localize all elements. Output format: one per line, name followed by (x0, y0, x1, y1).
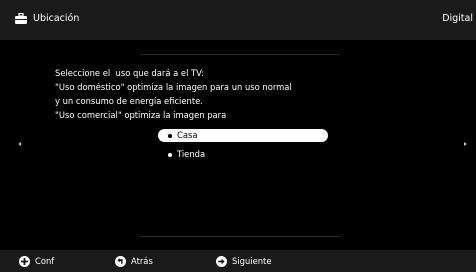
description: Seleccione el uso que dará a el TV: "Uso … (55, 66, 292, 122)
option-casa[interactable]: Casa (158, 129, 328, 142)
option-label: Casa (177, 130, 198, 140)
conf-button[interactable]: Conf (19, 254, 54, 268)
scroll-right-arrow-icon[interactable] (464, 142, 467, 146)
option-tienda[interactable]: Tienda (158, 148, 328, 161)
divider (140, 236, 340, 237)
conf-label: Conf (35, 256, 55, 266)
description-line: "Uso comercial" optimiza la imagen para (55, 110, 227, 120)
description-line: "Uso doméstico" optimiza la imagen para … (55, 82, 292, 92)
description-line: y un consumo de energía eficiente. (55, 96, 203, 106)
next-label: Siguiente (232, 256, 272, 266)
page-title: Ubicación (33, 13, 80, 24)
next-button[interactable]: Siguiente (216, 254, 272, 268)
next-icon (216, 255, 227, 267)
footer-bar: Conf Atrás Siguiente (0, 250, 476, 272)
back-label: Atrás (131, 256, 153, 266)
description-line: Seleccione el uso que dará a el TV: (55, 68, 205, 78)
scroll-left-arrow-icon[interactable] (18, 142, 21, 146)
input-label: Digital (442, 13, 473, 24)
bullet-icon (168, 134, 172, 138)
options-icon (19, 255, 30, 267)
back-button[interactable]: Atrás (115, 254, 153, 268)
toolbox-icon (15, 13, 27, 24)
content-area: Seleccione el uso que dará a el TV: "Uso … (0, 40, 476, 250)
option-label: Tienda (177, 149, 206, 159)
bullet-icon (168, 153, 172, 157)
title-bar: Ubicación Digital (0, 0, 476, 40)
divider (140, 54, 340, 55)
back-icon (115, 255, 126, 267)
